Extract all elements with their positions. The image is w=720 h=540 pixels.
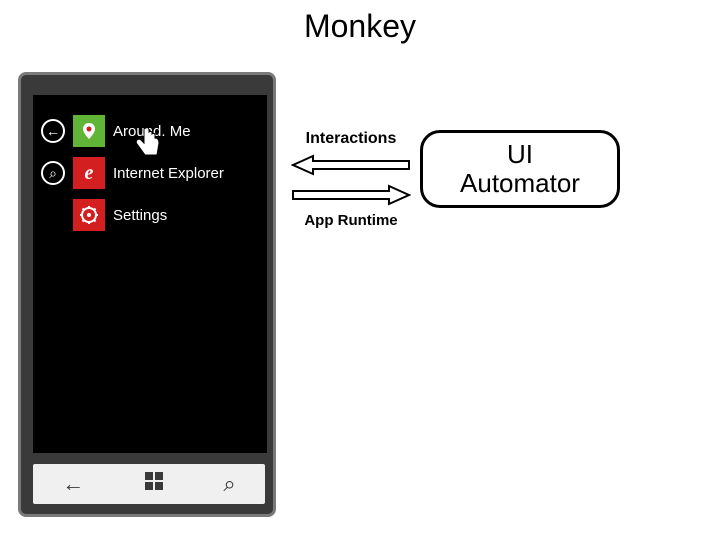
automator-line2: Automator: [460, 169, 580, 198]
phone-frame: ← Around. Me ⌕ e Internet Explorer: [18, 72, 276, 517]
arrow-right-icon: [291, 184, 411, 206]
app-label: Settings: [113, 207, 167, 224]
app-runtime-label: App Runtime: [286, 212, 416, 229]
app-label: Around. Me: [113, 123, 191, 140]
phone-screen: ← Around. Me ⌕ e Internet Explorer: [33, 95, 267, 453]
automator-line1: UI: [460, 140, 580, 169]
arrow-group: Interactions App Runtime: [286, 130, 416, 229]
search-button[interactable]: ⌕: [223, 471, 235, 497]
home-button[interactable]: [143, 470, 165, 498]
ui-automator-box: UI Automator: [420, 130, 620, 208]
arrows: [286, 154, 416, 206]
pin-glyph: ←: [46, 124, 60, 138]
app-row-ie[interactable]: ⌕ e Internet Explorer: [41, 155, 259, 191]
slide-title: Monkey: [0, 8, 720, 45]
pin-icon: ←: [41, 119, 65, 143]
phone-nav-bar: ← ⌕: [33, 464, 265, 504]
back-button[interactable]: ←: [62, 471, 84, 497]
app-list: ← Around. Me ⌕ e Internet Explorer: [33, 95, 267, 233]
interactions-label: Interactions: [286, 130, 416, 148]
settings-icon: [73, 199, 105, 231]
ie-icon: e: [73, 157, 105, 189]
aroundme-icon: [73, 115, 105, 147]
app-label: Internet Explorer: [113, 165, 224, 182]
arrow-left-icon: [291, 154, 411, 176]
pin-icon: ⌕: [41, 161, 65, 185]
pin-glyph: ⌕: [49, 166, 57, 180]
app-row-aroundme[interactable]: ← Around. Me: [41, 113, 259, 149]
app-row-settings[interactable]: Settings: [41, 197, 259, 233]
